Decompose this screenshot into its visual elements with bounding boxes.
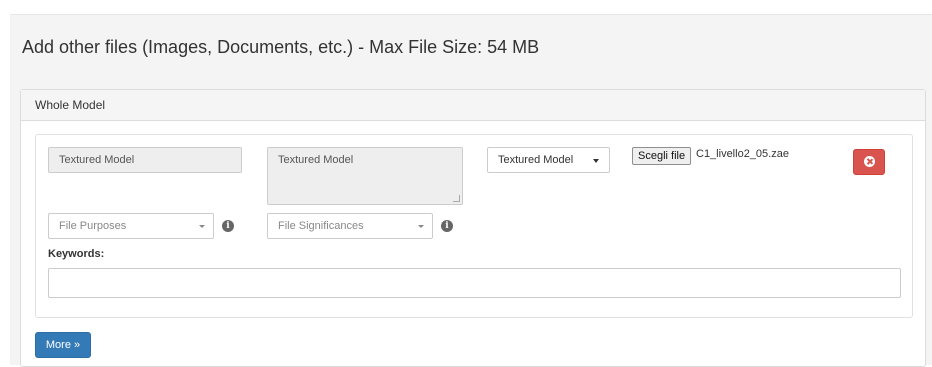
times-circle-icon	[864, 156, 875, 167]
choose-file-button[interactable]: Scegli file	[632, 147, 692, 165]
keywords-label: Keywords:	[48, 248, 105, 260]
page-title: Add other files (Images, Documents, etc.…	[22, 37, 540, 57]
file-title-field[interactable]: Textured Model	[48, 147, 242, 173]
caret-down-icon	[199, 225, 205, 228]
file-description-field[interactable]: Textured Model	[267, 147, 463, 205]
file-description-text: Textured Model	[278, 154, 354, 166]
file-purposes-placeholder: File Purposes	[59, 220, 127, 232]
caret-down-icon	[593, 159, 599, 163]
more-button[interactable]: More »	[35, 332, 91, 358]
file-type-selected: Textured Model	[498, 154, 574, 166]
file-significances-select[interactable]: File Significances	[267, 213, 433, 239]
info-circle-icon[interactable]: i	[222, 220, 234, 232]
file-significances-placeholder: File Significances	[278, 220, 364, 232]
file-entry-card: Textured Model Textured Model Textured M…	[35, 134, 913, 318]
caret-down-icon	[418, 225, 424, 228]
panel-heading: Whole Model	[21, 90, 925, 121]
chosen-file-name: C1_livello2_05.zae	[696, 148, 789, 160]
file-type-select[interactable]: Textured Model	[487, 147, 610, 173]
file-purposes-select[interactable]: File Purposes	[48, 213, 214, 239]
resize-handle-icon[interactable]	[453, 195, 460, 202]
info-circle-icon[interactable]: i	[441, 220, 453, 232]
remove-file-button[interactable]	[853, 149, 885, 175]
upload-section: Add other files (Images, Documents, etc.…	[10, 14, 932, 367]
whole-model-panel: Whole Model Textured Model Textured Mode…	[20, 89, 926, 367]
keywords-input[interactable]	[48, 268, 901, 298]
